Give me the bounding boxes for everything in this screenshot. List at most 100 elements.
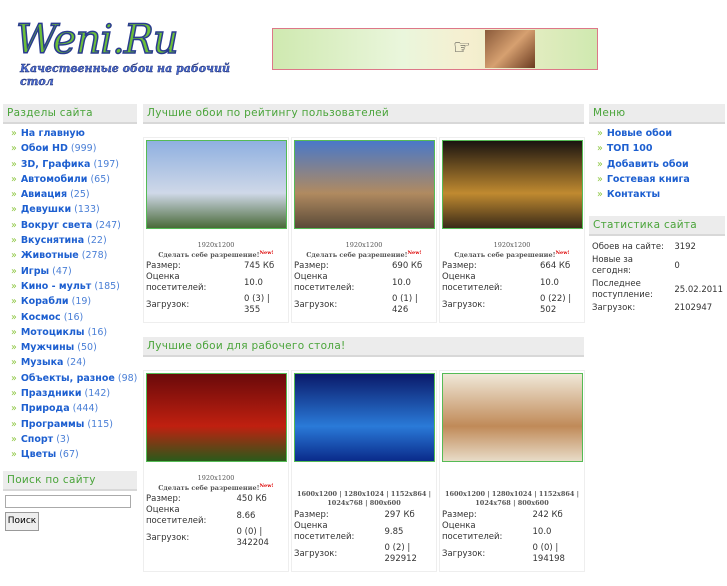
menu-link[interactable]: Космос (21, 312, 61, 323)
make-resolution-link[interactable]: Сделать себе разрешение!New! (146, 483, 286, 492)
bullet-arrow-icon: » (11, 280, 17, 292)
menu-link[interactable]: Мужчины (21, 342, 74, 353)
resolution-links[interactable]: 1600x1200 | 1280x1024 | 1152x864 | 1024x… (442, 490, 582, 508)
search-input[interactable] (5, 494, 131, 508)
menu-item[interactable]: » Автомобили (65) (11, 174, 137, 189)
item-count: (185) (94, 280, 120, 292)
menu-item[interactable]: » 3D, Графика (197) (11, 159, 137, 174)
info-label: Размер: (146, 261, 181, 272)
menu-link[interactable]: Животные (21, 250, 79, 261)
menu-item[interactable]: » Новые обои (597, 128, 725, 143)
menu-link[interactable]: Вокруг света (21, 220, 92, 231)
bullet-arrow-icon: » (11, 433, 17, 445)
menu-item[interactable]: » Космос (16) (11, 312, 137, 327)
item-count: (16) (63, 311, 84, 323)
menu-item[interactable]: » Игры (47) (11, 266, 137, 281)
make-resolution-link[interactable]: Сделать себе разрешение!New! (146, 250, 286, 259)
menu-link[interactable]: Вкуснятина (21, 235, 84, 246)
item-count: (197) (93, 158, 120, 170)
info-value: 0 (2) | 292912 (384, 543, 417, 565)
menu-link[interactable]: Программы (21, 419, 85, 430)
resolution-links[interactable]: 1920x1200 (146, 241, 286, 250)
menu-item[interactable]: » Праздники (142) (11, 388, 137, 403)
wallpaper-thumbnail[interactable] (442, 140, 583, 229)
advert-banner[interactable]: ☞ (272, 28, 598, 70)
menu-link[interactable]: Новые обои (607, 128, 672, 139)
menu-link[interactable]: Девушки (21, 204, 71, 215)
stats-row: Обоев на сайте: 3192 (592, 242, 723, 253)
wallpaper-thumbnail[interactable] (146, 140, 287, 229)
menu-item[interactable]: » Обои HD (999) (11, 143, 137, 158)
resolution-links[interactable]: 1920x1200 (146, 474, 286, 483)
menu-link[interactable]: Объекты, разное (21, 373, 115, 384)
bullet-arrow-icon: » (11, 189, 17, 201)
menu-item[interactable]: » Животные (278) (11, 250, 137, 265)
wallpaper-thumbnail[interactable] (146, 373, 287, 463)
menu-link[interactable]: Музыка (21, 357, 64, 368)
menu-item[interactable]: » На главную (11, 128, 137, 143)
menu-item[interactable]: » Кино - мульт (185) (11, 281, 137, 296)
menu-item[interactable]: » Мужчины (50) (11, 342, 137, 357)
bullet-arrow-icon: » (11, 342, 17, 354)
menu-item[interactable]: » Гостевая книга (597, 174, 725, 189)
info-label: Загрузок: (146, 532, 190, 543)
resolution-links[interactable]: 1600x1200 | 1280x1024 | 1152x864 | 1024x… (294, 490, 434, 508)
menu-item[interactable]: » Вкуснятина (22) (11, 235, 137, 250)
menu-link[interactable]: Добавить обои (607, 159, 689, 170)
resolution-links[interactable]: 1920x1200 (442, 241, 582, 250)
menu-link[interactable]: Праздники (21, 388, 82, 399)
info-label: Оценка посетителей: (294, 272, 355, 294)
logo-tagline: Качественные обои на рабочий стол (20, 62, 230, 88)
menu-item[interactable]: » Музыка (24) (11, 357, 137, 372)
info-label: Оценка посетителей: (442, 272, 503, 294)
menu-item[interactable]: » Корабли (19) (11, 296, 137, 311)
menu-item[interactable]: » Девушки (133) (11, 204, 137, 219)
item-count: (247) (95, 219, 121, 231)
wallpaper-thumbnail[interactable] (294, 373, 435, 463)
menu-link[interactable]: Спорт (21, 434, 53, 445)
menu-item[interactable]: » Природа (444) (11, 403, 137, 418)
item-count: (115) (87, 418, 113, 430)
menu-link[interactable]: Игры (21, 266, 49, 277)
menu-link[interactable]: На главную (21, 128, 85, 139)
info-label: Загрузок: (146, 299, 190, 310)
resolution-links[interactable]: 1920x1200 (294, 241, 434, 250)
menu-link[interactable]: Автомобили (21, 174, 88, 185)
wallpaper-thumbnail[interactable] (442, 373, 583, 463)
make-resolution-link[interactable]: Сделать себе разрешение!New! (442, 250, 582, 259)
bullet-arrow-icon: » (11, 311, 17, 323)
info-row: Загрузок: 0 (2) | 292912 (294, 543, 434, 565)
make-resolution-link[interactable]: Сделать себе разрешение!New! (294, 250, 434, 259)
menu-item[interactable]: » Объекты, разное (98) (11, 373, 137, 388)
bullet-arrow-icon: » (11, 357, 17, 369)
menu-item[interactable]: » Добавить обои (597, 159, 725, 174)
wallpaper-info: Размер: 690 Кб Оценка посетителей: 10.0 Загр… (294, 261, 434, 316)
menu-item[interactable]: » Контакты (597, 189, 725, 204)
menu-link[interactable]: Авиация (21, 189, 67, 200)
menu-item[interactable]: » Программы (115) (11, 419, 137, 434)
menu-link[interactable]: Цветы (21, 449, 56, 460)
menu-link[interactable]: Природа (21, 403, 70, 414)
menu-link[interactable]: Мотоциклы (21, 327, 85, 338)
search-box: Поиск по сайту Поиск (3, 470, 137, 531)
search-button[interactable]: Поиск (5, 511, 39, 531)
menu-item[interactable]: » Вокруг света (247) (11, 220, 137, 235)
bullet-arrow-icon: » (597, 143, 603, 155)
menu-item[interactable]: » Мотоциклы (16) (11, 327, 137, 342)
menu-link[interactable]: Контакты (607, 189, 660, 200)
menu-link[interactable]: Обои HD (21, 143, 68, 154)
site-logo[interactable]: Weni.Ru Качественные обои на рабочий сто… (15, 17, 266, 88)
menu-item[interactable]: » Спорт (3) (11, 434, 137, 449)
item-count: (67) (59, 449, 79, 461)
menu-item[interactable]: » Авиация (25) (11, 189, 137, 204)
menu-item[interactable]: » ТОП 100 (597, 143, 725, 158)
bullet-arrow-icon: » (11, 449, 17, 461)
menu-link[interactable]: Корабли (21, 296, 69, 307)
menu-link[interactable]: ТОП 100 (607, 143, 653, 154)
stats-label: Обоев на сайте: (592, 242, 664, 252)
menu-link[interactable]: Гостевая книга (607, 174, 690, 185)
menu-item[interactable]: » Цветы (67) (11, 449, 137, 464)
menu-link[interactable]: Кино - мульт (21, 281, 92, 292)
menu-link[interactable]: 3D, Графика (21, 159, 91, 170)
wallpaper-thumbnail[interactable] (294, 140, 435, 229)
